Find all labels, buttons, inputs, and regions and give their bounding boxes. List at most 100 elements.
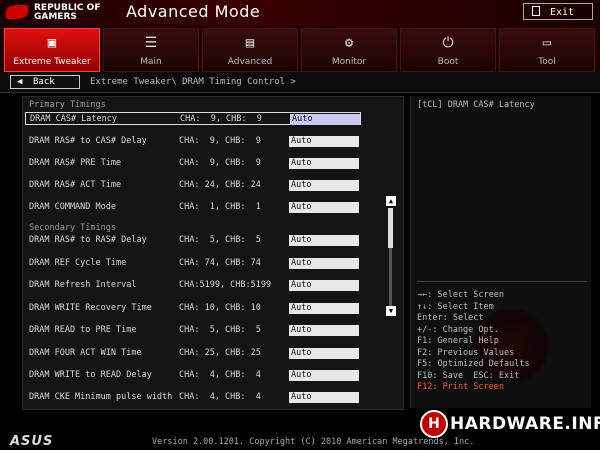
scroll-down-arrow-icon[interactable]: ▼ — [386, 306, 396, 316]
tab-bar: ▣ Extreme Tweaker ☰ Main ▤ Advanced ⚙ Monitor ⏻ B… — [0, 26, 600, 72]
exit-label: Exit — [550, 7, 575, 18]
tab-boot[interactable]: ⏻ Boot — [400, 28, 496, 72]
setting-input[interactable]: Auto — [289, 280, 359, 291]
mode-title: Advanced Mode — [126, 2, 261, 21]
setting-row[interactable]: DRAM CKE Minimum pulse width CHA: 4, CHB:… — [25, 391, 361, 404]
setting-row[interactable]: DRAM WRITE to READ Delay CHA: 4, CHB: 4 Au… — [25, 369, 361, 382]
key-legend: →←: Select Screen ↑↓: Select Item Enter: S… — [417, 290, 530, 394]
setting-current-value: CHA: 5, CHB: 5 — [179, 235, 261, 245]
key-hint: →←: Select Screen — [417, 290, 504, 300]
setting-input[interactable]: Auto — [289, 136, 359, 147]
setting-input[interactable]: Auto — [289, 158, 359, 169]
setting-row[interactable]: DRAM READ to PRE Time CHA: 5, CHB: 5 Auto — [25, 324, 361, 337]
setting-row[interactable]: DRAM REF Cycle Time CHA: 74, CHB: 74 Auto — [25, 257, 361, 270]
setting-row[interactable]: DRAM WRITE Recovery Time CHA: 10, CHB: 10… — [25, 302, 361, 315]
setting-current-value: CHA: 1, CHB: 1 — [179, 202, 261, 212]
power-icon: ⏻ — [442, 35, 454, 51]
settings-list: Primary Timings Secondary Timings DRAM C… — [22, 96, 404, 410]
list-icon: ☰ — [144, 35, 158, 51]
help-description: [tCL] DRAM CAS# Latency — [417, 100, 535, 110]
setting-row[interactable]: DRAM RAS# PRE Time CHA: 9, CHB: 9 Auto — [25, 157, 361, 170]
tab-label: Advanced — [227, 57, 273, 67]
tab-label: Main — [140, 57, 162, 67]
tab-label: Extreme Tweaker — [13, 57, 91, 67]
back-label: Back — [33, 77, 55, 87]
setting-input[interactable]: Auto — [289, 370, 359, 381]
setting-input[interactable]: Auto — [289, 303, 359, 314]
setting-input[interactable]: Auto — [289, 325, 359, 336]
scroll-thumb[interactable] — [388, 208, 393, 248]
key-hint: F12: Print Screen — [417, 382, 504, 392]
setting-row[interactable]: DRAM RAS# to CAS# Delay CHA: 9, CHB: 9 Aut… — [25, 135, 361, 148]
key-hint: F5: Optimized Defaults — [417, 359, 530, 369]
setting-input[interactable]: Auto — [289, 392, 359, 403]
toolbox-icon: ▭ — [542, 35, 552, 51]
setting-input[interactable]: Auto — [289, 202, 359, 213]
setting-name: DRAM RAS# PRE Time — [29, 158, 122, 168]
setting-row[interactable]: DRAM Refresh Interval CHA:5199, CHB:5199 A… — [25, 279, 361, 292]
setting-name: DRAM RAS# to CAS# Delay — [29, 136, 147, 146]
setting-name: DRAM CKE Minimum pulse width — [29, 392, 173, 402]
nav-bar: ◀ Back Extreme Tweaker\ DRAM Timing Cont… — [0, 72, 600, 93]
watermark-text: HARDWARE.INFO — [450, 414, 600, 434]
setting-current-value: CHA: 9, CHB: 9 — [179, 136, 261, 146]
key-hint: ↑↓: Select Item — [417, 301, 494, 312]
setting-name: DRAM COMMAND Mode — [29, 202, 116, 212]
setting-row[interactable]: DRAM COMMAND Mode CHA: 1, CHB: 1 Auto — [25, 201, 361, 214]
setting-name: DRAM CAS# Latency — [30, 114, 117, 124]
key-hint: Enter: Select — [417, 313, 484, 323]
rog-eye-icon — [6, 5, 28, 19]
setting-input[interactable]: Auto — [289, 235, 359, 246]
brand-line-2: GAMERS — [34, 12, 77, 22]
setting-input[interactable]: Auto — [289, 348, 359, 359]
exit-button[interactable]: Exit — [523, 3, 593, 20]
setting-input[interactable]: Auto — [290, 114, 360, 125]
tab-label: Monitor — [331, 57, 367, 67]
setting-name: DRAM REF Cycle Time — [29, 258, 127, 268]
setting-name: DRAM READ to PRE Time — [29, 325, 137, 335]
exit-door-icon — [532, 6, 540, 16]
setting-name: DRAM FOUR ACT WIN Time — [29, 348, 142, 358]
monitor-icon: ⚙ — [344, 35, 354, 51]
watermark-h-icon: H — [420, 410, 448, 438]
setting-input[interactable]: Auto — [289, 258, 359, 269]
tab-label: Boot — [437, 57, 459, 67]
setting-name: DRAM RAS# ACT Time — [29, 180, 122, 190]
setting-current-value: CHA: 5, CHB: 5 — [179, 325, 261, 335]
breadcrumb: Extreme Tweaker\ DRAM Timing Control > — [90, 77, 296, 87]
setting-current-value: CHA: 9, CHB: 9 — [179, 158, 261, 168]
setting-name: DRAM RAS# to RAS# Delay — [29, 235, 147, 245]
title-bar: REPUBLIC OF GAMERS Advanced Mode Exit — [0, 0, 600, 26]
section-title-primary: Primary Timings — [29, 100, 106, 110]
scroll-up-arrow-icon[interactable]: ▲ — [386, 196, 396, 206]
setting-row[interactable]: DRAM CAS# Latency CHA: 9, CHB: 9 Auto — [25, 112, 361, 125]
key-hint: +/-: Change Opt. — [417, 324, 499, 335]
key-hint: F1: General Help — [417, 336, 499, 346]
tab-main[interactable]: ☰ Main — [103, 28, 199, 72]
tab-advanced[interactable]: ▤ Advanced — [202, 28, 298, 72]
section-title-secondary: Secondary Timings — [29, 223, 116, 233]
setting-current-value: CHA: 25, CHB: 25 — [179, 348, 261, 358]
tab-monitor[interactable]: ⚙ Monitor — [301, 28, 397, 72]
setting-row[interactable]: DRAM FOUR ACT WIN Time CHA: 25, CHB: 25 Au… — [25, 347, 361, 360]
setting-current-value: CHA: 10, CHB: 10 — [179, 303, 261, 313]
setting-current-value: CHA: 9, CHB: 9 — [180, 114, 262, 124]
setting-input[interactable]: Auto — [289, 180, 359, 191]
setting-current-value: CHA: 4, CHB: 4 — [179, 392, 261, 402]
hardware-info-watermark: H HARDWARE.INFO — [420, 408, 600, 440]
key-hint: F2: Previous Values — [417, 347, 515, 358]
advanced-icon: ▤ — [245, 35, 255, 51]
setting-name: DRAM WRITE Recovery Time — [29, 303, 152, 313]
tab-tool[interactable]: ▭ Tool — [499, 28, 595, 72]
setting-name: DRAM WRITE to READ Delay — [29, 370, 152, 380]
setting-current-value: CHA: 4, CHB: 4 — [179, 370, 261, 380]
tab-label: Tool — [538, 57, 556, 67]
setting-current-value: CHA:5199, CHB:5199 — [179, 280, 272, 290]
help-panel: [tCL] DRAM CAS# Latency →←: Select Scree… — [410, 96, 591, 408]
back-button[interactable]: ◀ Back — [10, 75, 80, 89]
tab-extreme-tweaker[interactable]: ▣ Extreme Tweaker — [4, 28, 100, 72]
setting-row[interactable]: DRAM RAS# to RAS# Delay CHA: 5, CHB: 5 Aut… — [25, 234, 361, 247]
setting-name: DRAM Refresh Interval — [29, 280, 137, 290]
scrollbar[interactable]: ▲ ▼ — [386, 196, 396, 318]
setting-row[interactable]: DRAM RAS# ACT Time CHA: 24, CHB: 24 Auto — [25, 179, 361, 192]
